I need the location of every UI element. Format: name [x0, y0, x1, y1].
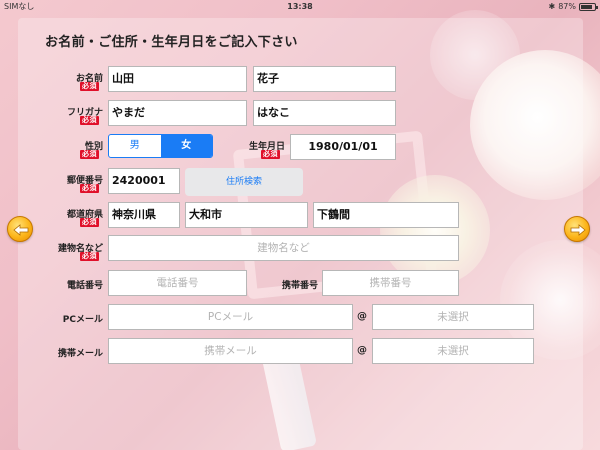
battery-percent: 87%	[558, 2, 576, 11]
label-mobile-mail: 携帯メール	[57, 349, 103, 359]
birthday-field[interactable]: 1980/01/01	[290, 134, 396, 160]
at-sign: @	[357, 311, 367, 322]
required-badge: 必須	[80, 82, 99, 91]
prefecture-field[interactable]: 神奈川県	[108, 202, 180, 228]
label-phone: 電話番号	[66, 281, 103, 291]
mobile-phone-field[interactable]: 携帯番号	[322, 270, 459, 296]
required-badge: 必須	[80, 150, 99, 159]
at-sign: @	[357, 345, 367, 356]
gender-male-option[interactable]: 男	[109, 135, 161, 157]
pc-mail-field[interactable]: PCメール	[108, 304, 353, 330]
first-kana-field[interactable]: はなこ	[253, 100, 396, 126]
clock: 13:38	[287, 2, 313, 11]
first-name-field[interactable]: 花子	[253, 66, 396, 92]
city-field[interactable]: 大和市	[185, 202, 308, 228]
last-kana-field[interactable]: やまだ	[108, 100, 247, 126]
arrow-left-icon[interactable]	[7, 216, 33, 242]
page-title: お名前・ご住所・生年月日をご記入下さい	[45, 35, 298, 50]
postal-code-field[interactable]: 2420001	[108, 168, 180, 194]
battery-icon	[579, 3, 598, 11]
mobile-mail-field[interactable]: 携帯メール	[108, 338, 353, 364]
gender-female-option[interactable]: 女	[160, 135, 212, 157]
label-pc-mail: PCメール	[62, 315, 103, 325]
label-mobile: 携帯番号	[281, 281, 318, 291]
last-name-field[interactable]: 山田	[108, 66, 247, 92]
bluetooth-icon: ✱	[548, 2, 556, 11]
required-badge: 必須	[261, 150, 280, 159]
gender-toggle[interactable]: 男 女	[108, 134, 213, 158]
address-search-button[interactable]: 住所検索	[185, 168, 303, 196]
required-badge: 必須	[80, 252, 99, 261]
mobile-mail-domain-select[interactable]: 未選択	[372, 338, 534, 364]
phone-field[interactable]: 電話番号	[108, 270, 247, 296]
pc-mail-domain-select[interactable]: 未選択	[372, 304, 534, 330]
status-right: ✱ 87%	[548, 0, 598, 14]
building-field[interactable]: 建物名など	[108, 235, 459, 261]
required-badge: 必須	[80, 116, 99, 125]
status-bar: SIMなし 13:38 ✱ 87%	[0, 0, 600, 14]
arrow-right-icon[interactable]	[564, 216, 590, 242]
town-field[interactable]: 下鶴間	[313, 202, 459, 228]
required-badge: 必須	[80, 184, 99, 193]
required-badge: 必須	[80, 218, 99, 227]
